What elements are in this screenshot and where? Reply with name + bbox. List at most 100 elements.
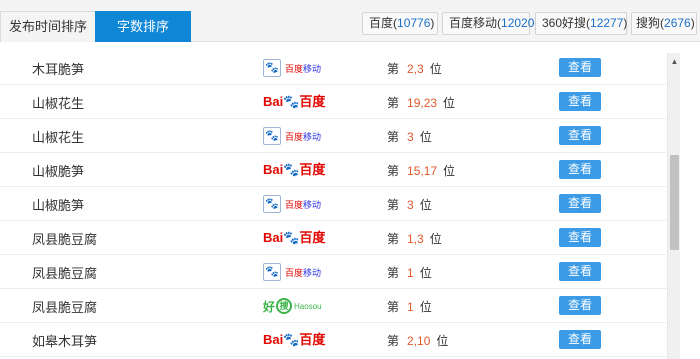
baidu-logo-bai: Bai xyxy=(263,332,284,347)
baidu-paw-icon: 🐾 xyxy=(283,162,300,177)
baidu-mobile-logo-text: 百度移动 xyxy=(285,130,321,143)
baidu-mobile-logo-text: 百度移动 xyxy=(285,62,321,75)
baidu-mobile-logo-main: 百度 xyxy=(285,199,304,210)
engine-filter-count: 10776 xyxy=(397,16,431,30)
engine-filter-sogou[interactable]: 搜狗(2676) xyxy=(631,12,697,35)
rank-text: 第3位 xyxy=(387,196,432,213)
view-button[interactable]: 查看 xyxy=(559,126,601,145)
baidu-logo-du: 百度 xyxy=(299,162,326,177)
baidu-logo-du: 百度 xyxy=(299,230,326,245)
baidu-mobile-logo-icon: 🐾 百度移动 xyxy=(263,57,335,79)
engine-filter-360-haosou[interactable]: 360好搜(12277) xyxy=(535,12,627,35)
scroll-thumb[interactable] xyxy=(670,155,679,250)
baidu-mobile-logo-main: 百度 xyxy=(285,131,304,142)
baidu-paw-icon: 🐾 xyxy=(263,263,281,281)
rank-number: 19,23 xyxy=(407,96,438,110)
view-button[interactable]: 查看 xyxy=(559,194,601,213)
rank-prefix: 第 xyxy=(387,232,400,246)
rank-suffix: 位 xyxy=(419,266,432,280)
baidu-mobile-logo-sub: 移动 xyxy=(303,267,322,278)
view-button[interactable]: 查看 xyxy=(559,296,601,315)
engine-filter-name: 百度 xyxy=(369,16,394,30)
rank-number: 1 xyxy=(407,300,414,314)
baidu-mobile-logo-sub: 移动 xyxy=(303,131,322,142)
keyword-rank-list: 木耳脆笋 🐾 百度移动第 2,3 位查看 山椒花生 Bai🐾百度第 19,23 位查看 山椒花生 🐾… xyxy=(0,43,666,359)
baidu-logo-du: 百度 xyxy=(299,332,326,347)
rank-prefix: 第 xyxy=(387,266,400,280)
haosou-logo-sub: Haosou xyxy=(294,301,322,311)
baidu-logo-icon: Bai🐾百度 xyxy=(263,227,335,249)
rank-text: 第 15,17 位 xyxy=(387,162,455,179)
baidu-paw-icon: 🐾 xyxy=(263,59,281,77)
keyword-text: 凤县脆豆腐 xyxy=(32,300,98,315)
keyword-text: 如皋木耳笋 xyxy=(32,334,98,349)
keyword-text: 木耳脆笋 xyxy=(32,62,85,77)
rank-number: 3 xyxy=(407,130,414,144)
sort-tab-bar: 发布时间排序 字数排序 百度(10776) 百度移动(12020) 360好搜(… xyxy=(0,0,700,42)
baidu-paw-icon: 🐾 xyxy=(283,332,300,347)
table-row: 如皋木耳笋 Bai🐾百度 第 2,10 位 查看 xyxy=(0,323,666,357)
baidu-logo-icon: Bai🐾百度 xyxy=(263,91,335,113)
baidu-mobile-logo-icon: 🐾 百度移动 xyxy=(263,261,335,283)
baidu-mobile-logo-main: 百度 xyxy=(285,267,304,278)
rank-suffix: 位 xyxy=(419,130,432,144)
view-button[interactable]: 查看 xyxy=(559,92,601,111)
rank-number: 2,3 xyxy=(407,62,424,76)
baidu-mobile-logo-main: 百度 xyxy=(285,63,304,74)
baidu-logo-du: 百度 xyxy=(299,94,326,109)
baidu-mobile-logo-text: 百度移动 xyxy=(285,266,321,279)
rank-prefix: 第 xyxy=(387,130,400,144)
scroll-up-arrow-icon[interactable]: ▲ xyxy=(668,57,681,67)
rank-number: 1,3 xyxy=(407,232,424,246)
rank-prefix: 第 xyxy=(387,334,400,348)
baidu-logo-icon: Bai🐾百度 xyxy=(263,159,335,181)
list-scrollbar[interactable]: ▲ xyxy=(667,53,680,359)
rank-suffix: 位 xyxy=(443,164,456,178)
baidu-paw-icon: 🐾 xyxy=(263,195,281,213)
view-button[interactable]: 查看 xyxy=(559,330,601,349)
rank-text: 第 2,3 位 xyxy=(387,60,442,77)
engine-filter-name: 百度移动 xyxy=(449,16,498,30)
rank-suffix: 位 xyxy=(436,334,449,348)
tab-sort-by-word-count[interactable]: 字数排序 xyxy=(95,11,191,42)
baidu-mobile-logo-sub: 移动 xyxy=(303,63,322,74)
baidu-paw-icon: 🐾 xyxy=(283,230,300,245)
table-row: 山椒脆笋 🐾 百度移动 第 3 位 查看 xyxy=(0,187,666,221)
engine-filter-count: 2676 xyxy=(664,16,691,30)
view-button[interactable]: 查看 xyxy=(559,160,601,179)
engine-filter-count: 12277 xyxy=(590,16,624,30)
table-row: 凤县脆豆腐 好搜 Haosou 第 1 位 查看 xyxy=(0,289,666,323)
rank-text: 第 2,10 位 xyxy=(387,332,448,349)
table-row: 木耳脆笋 🐾 百度移动 第 2,3 位 查看 xyxy=(0,51,666,85)
baidu-mobile-logo-icon: 🐾 百度移动 xyxy=(263,193,335,215)
view-button[interactable]: 查看 xyxy=(559,228,601,247)
rank-prefix: 第 xyxy=(387,96,400,110)
baidu-logo-icon: Bai🐾百度 xyxy=(263,329,335,351)
engine-filter-baidu-mobile[interactable]: 百度移动(12020) xyxy=(442,12,538,35)
view-button[interactable]: 查看 xyxy=(559,262,601,281)
baidu-mobile-logo-sub: 移动 xyxy=(303,199,322,210)
rank-prefix: 第 xyxy=(387,62,400,76)
haosou-logo-hao: 好 xyxy=(263,299,276,314)
rank-text: 第 1,3 位 xyxy=(387,230,442,247)
keyword-text: 凤县脆豆腐 xyxy=(32,266,98,281)
rank-prefix: 第 xyxy=(387,198,400,212)
rank-number: 15,17 xyxy=(407,164,438,178)
keyword-text: 山椒脆笋 xyxy=(32,164,85,179)
table-row: 山椒花生 Bai🐾百度 第 19,23 位 查看 xyxy=(0,85,666,119)
engine-filter-name: 搜狗 xyxy=(636,16,661,30)
keyword-text: 山椒花生 xyxy=(32,96,85,111)
rank-suffix: 位 xyxy=(429,232,442,246)
rank-text: 第 19,23 位 xyxy=(387,94,455,111)
keyword-text: 山椒花生 xyxy=(32,130,85,145)
rank-number: 1 xyxy=(407,266,414,280)
baidu-logo-bai: Bai xyxy=(263,230,284,245)
tab-sort-by-publish-time[interactable]: 发布时间排序 xyxy=(0,11,96,42)
baidu-mobile-logo-text: 百度移动 xyxy=(285,198,321,211)
engine-filter-baidu[interactable]: 百度(10776) xyxy=(362,12,438,35)
haosou-logo-sou: 搜 xyxy=(276,298,293,314)
rank-text: 第1位 xyxy=(387,298,432,315)
table-row: 山椒脆笋 Bai🐾百度 第 15,17 位 查看 xyxy=(0,153,666,187)
baidu-paw-icon: 🐾 xyxy=(283,94,300,109)
view-button[interactable]: 查看 xyxy=(559,58,601,77)
